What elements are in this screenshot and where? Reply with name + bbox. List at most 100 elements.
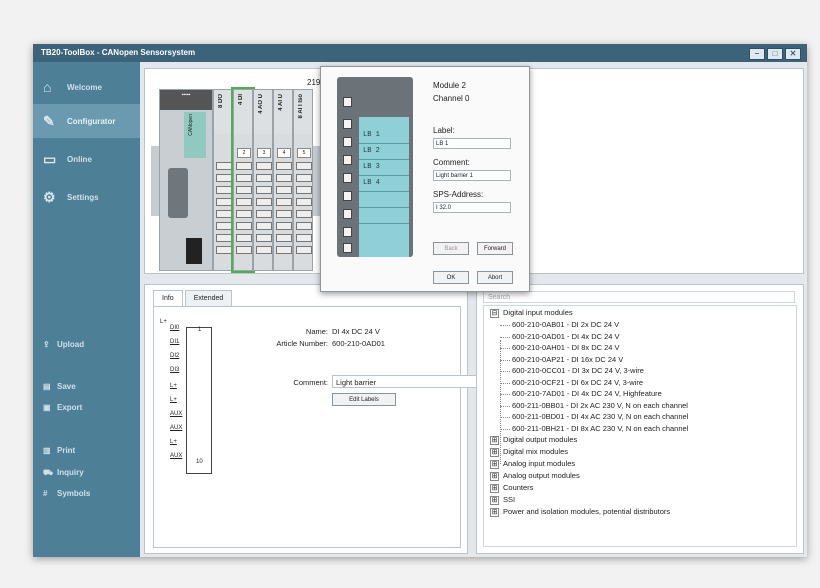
sps-caption: SPS-Address: bbox=[433, 190, 484, 199]
expand-icon[interactable]: ⊞ bbox=[490, 472, 499, 481]
module-1[interactable]: 8 DO bbox=[213, 89, 233, 271]
abort-button[interactable]: Abort bbox=[477, 271, 513, 284]
tree-leaf[interactable]: 600-210-0CC01 - DI 3x DC 24 V, 3-wire bbox=[500, 366, 644, 375]
channel-label[interactable]: LB 3 bbox=[363, 163, 380, 171]
nav-label: Settings bbox=[67, 193, 99, 202]
channel-label[interactable]: LB 1 bbox=[363, 131, 380, 139]
terminal bbox=[276, 234, 292, 242]
tree-node[interactable]: ⊞ Counters bbox=[490, 483, 533, 493]
minimize-button[interactable]: – bbox=[749, 48, 765, 60]
export-button[interactable]: ▣ Export bbox=[43, 403, 82, 412]
tree-leaf[interactable]: 600-210-0AD01 - DI 4x DC 24 V bbox=[500, 332, 620, 341]
dimension-label: 219 bbox=[307, 78, 321, 87]
collapse-icon[interactable]: ⊟ bbox=[490, 309, 499, 318]
cart-icon: ⛟ bbox=[43, 468, 54, 477]
terminal bbox=[296, 186, 312, 194]
print-button[interactable]: ▥ Print bbox=[43, 446, 75, 455]
window-controls: – □ ✕ bbox=[749, 48, 801, 60]
nav-label: Configurator bbox=[67, 117, 116, 126]
channel-led bbox=[343, 191, 352, 201]
upload-button[interactable]: ⇪ Upload bbox=[43, 340, 84, 349]
tree-leaf[interactable]: 600-210-0AH01 - DI 8x DC 24 V bbox=[500, 343, 620, 352]
coupler-label: CANopen bbox=[188, 114, 194, 136]
module-3[interactable]: 4 AO U 3 bbox=[253, 89, 273, 271]
forward-button[interactable]: Forward bbox=[477, 242, 513, 255]
tree-leaf[interactable]: 600-210-0AP21 - DI 16x DC 24 V bbox=[499, 355, 623, 364]
tree-leaf[interactable]: 600-210-0AB01 - DI 2x DC 24 V bbox=[499, 320, 619, 329]
tree-node[interactable]: ⊞ Analog output modules bbox=[490, 471, 580, 481]
maximize-button[interactable]: □ bbox=[767, 48, 783, 60]
terminal bbox=[256, 174, 272, 182]
terminal bbox=[296, 162, 312, 170]
name-label: Name: bbox=[305, 327, 328, 336]
expand-icon[interactable]: ⊞ bbox=[490, 496, 499, 505]
nav-label: Welcome bbox=[67, 83, 102, 92]
channel-led bbox=[343, 97, 352, 107]
action-label: Export bbox=[57, 403, 83, 412]
pin-label: L+ bbox=[170, 439, 177, 445]
search-input[interactable]: Search bbox=[483, 291, 795, 303]
catalog-tree: ⊟ Digital input modules 600-210-0AB01 - D… bbox=[483, 305, 797, 547]
back-button[interactable]: Back bbox=[433, 242, 469, 255]
edit-labels-button[interactable]: Edit Labels bbox=[332, 393, 396, 406]
channel-label[interactable]: LB 2 bbox=[363, 147, 380, 155]
module-2[interactable]: 4 DI 2 bbox=[231, 87, 255, 273]
label-caption: Label: bbox=[433, 126, 455, 135]
expand-icon[interactable]: ⊞ bbox=[490, 460, 499, 469]
tree-leaf[interactable]: 600-210-0CF21 - DI 6x DC 24 V, 3-wire bbox=[499, 378, 643, 387]
bus-coupler[interactable]: ▪▪▪▪▪ CANopen bbox=[159, 89, 213, 271]
tree-node[interactable]: ⊞ Digital output modules bbox=[490, 435, 577, 445]
expand-icon[interactable]: ⊞ bbox=[490, 436, 499, 445]
channel-led bbox=[343, 119, 352, 129]
inquiry-button[interactable]: ⛟ Inquiry bbox=[43, 468, 84, 478]
tree-leaf[interactable]: 600-211-0BH21 - DI 8x AC 230 V, N on eac… bbox=[499, 424, 688, 433]
terminal bbox=[296, 246, 312, 254]
tree-leaf[interactable]: 600-210-7AD01 - DI 4x DC 24 V, Highfeatu… bbox=[500, 389, 662, 398]
save-button[interactable]: ▤ Save bbox=[43, 382, 76, 391]
nav-online[interactable]: ▭ Online bbox=[33, 142, 140, 176]
module-head: 4 AO U bbox=[254, 90, 272, 134]
terminal bbox=[296, 222, 312, 230]
dialog-comment-input[interactable]: Light barrier 1 bbox=[433, 170, 511, 181]
module-5[interactable]: 8 AI I Iso 5 bbox=[293, 89, 313, 271]
nav-configurator[interactable]: ✎ Configurator bbox=[33, 104, 140, 138]
symbols-button[interactable]: # Symbols bbox=[43, 489, 90, 498]
tree-node[interactable]: ⊞ SSI bbox=[490, 495, 515, 505]
ok-button[interactable]: OK bbox=[433, 271, 469, 284]
terminal bbox=[256, 234, 272, 242]
catalog-panel: Search ⊟ Digital input modules 600-210-0A… bbox=[476, 284, 804, 554]
nav-settings[interactable]: ⚙ Settings bbox=[33, 180, 140, 214]
close-button[interactable]: ✕ bbox=[785, 48, 801, 60]
tab-info[interactable]: Info bbox=[153, 290, 183, 307]
terminal bbox=[216, 210, 232, 218]
tree-node[interactable]: ⊞ Digital mix modules bbox=[490, 447, 568, 457]
channel-label[interactable]: LB 4 bbox=[363, 179, 380, 187]
monitor-icon: ▭ bbox=[43, 151, 57, 167]
module-4[interactable]: 4 AI U 4 bbox=[273, 89, 293, 271]
tree-node-digital-input[interactable]: ⊟ Digital input modules bbox=[490, 308, 573, 318]
action-label: Inquiry bbox=[57, 468, 84, 477]
nav-welcome[interactable]: ⌂ Welcome bbox=[33, 70, 140, 104]
pin-label: DI3 bbox=[170, 367, 180, 373]
terminal bbox=[256, 186, 272, 194]
tree-leaf[interactable]: 600-211-0BD01 - DI 4x AC 230 V, N on eac… bbox=[499, 412, 688, 421]
tree-node[interactable]: ⊞ Power and isolation modules, potential … bbox=[490, 507, 670, 517]
sps-address-input[interactable]: I 32.0 bbox=[433, 202, 511, 213]
expand-icon[interactable]: ⊞ bbox=[490, 484, 499, 493]
tree-node[interactable]: ⊞ Analog input modules bbox=[490, 459, 575, 469]
pin-number: 10 bbox=[196, 459, 203, 465]
comment-input[interactable]: Light barrier bbox=[332, 375, 486, 388]
channel-led bbox=[343, 243, 352, 253]
expand-icon[interactable]: ⊞ bbox=[490, 448, 499, 457]
module-number: 3 bbox=[257, 148, 271, 158]
action-label: Save bbox=[57, 382, 76, 391]
terminal bbox=[236, 186, 252, 194]
brand-label: ▪▪▪▪▪ bbox=[160, 90, 212, 110]
terminal bbox=[276, 210, 292, 218]
expand-icon[interactable]: ⊞ bbox=[490, 508, 499, 517]
tab-extended[interactable]: Extended bbox=[184, 290, 233, 307]
label-input[interactable]: LB 1 bbox=[433, 138, 511, 149]
tree-leaf[interactable]: 600-211-0BB01 - DI 2x AC 230 V, N on eac… bbox=[500, 401, 688, 410]
module-number: 5 bbox=[297, 148, 311, 158]
pin-label: AUX bbox=[170, 425, 183, 431]
